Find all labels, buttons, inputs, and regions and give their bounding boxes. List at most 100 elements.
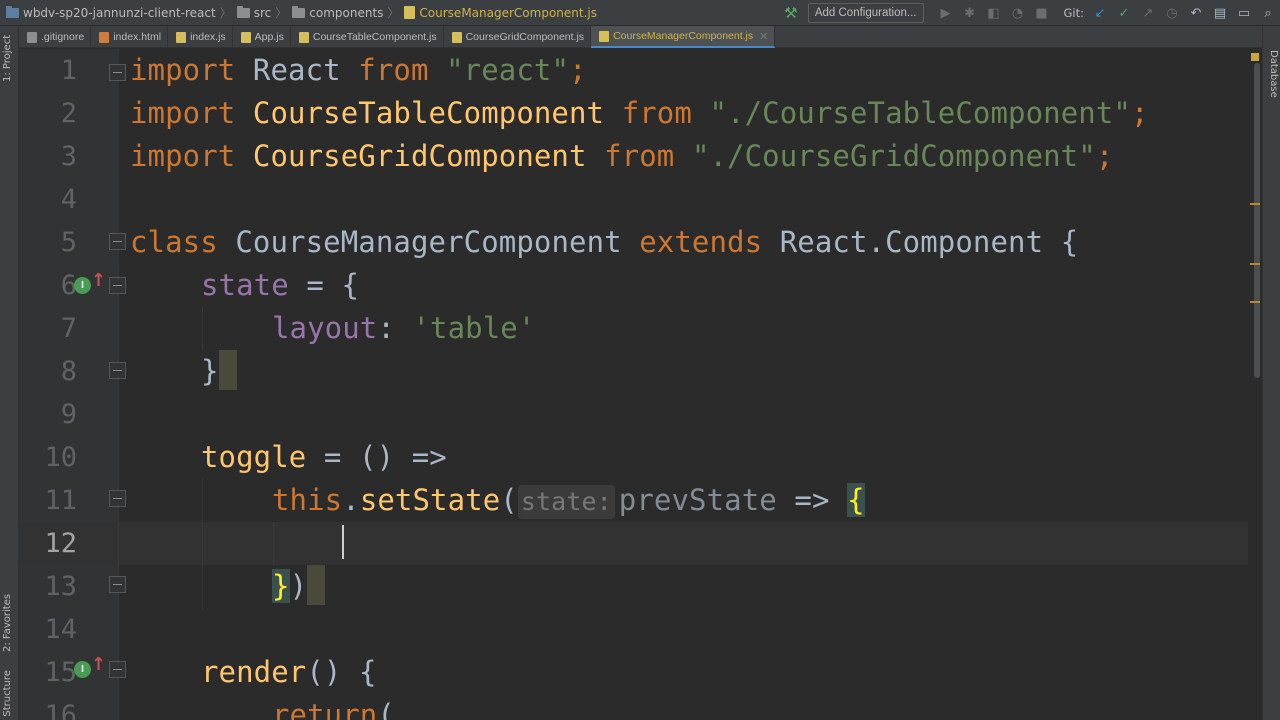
- git-push-icon[interactable]: ↗: [1137, 3, 1159, 23]
- profile-icon[interactable]: ◔: [1007, 3, 1029, 23]
- git-file-icon: [27, 31, 37, 43]
- code-text: }): [272, 565, 326, 608]
- project-folder-icon: [6, 5, 19, 18]
- fold-toggle-icon[interactable]: [109, 576, 126, 593]
- line-number: 15: [44, 657, 77, 688]
- html-file-icon: [99, 31, 110, 43]
- matched-brace: }: [272, 569, 290, 603]
- breadcrumb-components-label: components: [309, 5, 384, 20]
- database-tool-button[interactable]: Database: [1268, 50, 1279, 98]
- code-line: 1 import React from "react";: [19, 49, 1262, 92]
- stop-icon[interactable]: ■: [1031, 3, 1053, 23]
- text-caret: [342, 525, 344, 559]
- parameter-hint: state:: [517, 485, 615, 519]
- code-editor[interactable]: 1 import React from "react"; 2 import Co…: [19, 49, 1262, 720]
- left-tool-stripe: 1: Project 2: Favorites Z: Structure: [0, 26, 19, 720]
- tab-course-manager-component[interactable]: CourseManagerComponent.js ✕: [591, 26, 776, 48]
- code-line: 5 class CourseManagerComponent extends R…: [19, 221, 1262, 264]
- line-number: 1: [60, 55, 77, 86]
- git-commit-icon[interactable]: ✓: [1113, 3, 1135, 23]
- git-update-icon[interactable]: ↙: [1089, 3, 1111, 23]
- search-everywhere-icon[interactable]: ⌕: [1257, 3, 1279, 23]
- indent-guide: [273, 522, 274, 565]
- debug-icon[interactable]: ✱: [959, 3, 981, 23]
- warning-marker[interactable]: [1250, 203, 1260, 205]
- code-line: 4: [19, 178, 1262, 221]
- fold-toggle-icon[interactable]: [109, 277, 126, 294]
- vertical-scrollbar-thumb[interactable]: [1254, 63, 1260, 378]
- warning-marker[interactable]: [1250, 301, 1260, 303]
- breadcrumb-src[interactable]: src: [236, 0, 272, 26]
- line-number: 12: [44, 528, 77, 559]
- code-line: 6 state = {: [19, 264, 1262, 307]
- js-file-icon: [176, 31, 187, 43]
- code-line: 8 }: [19, 350, 1262, 393]
- js-file-icon: [404, 6, 416, 19]
- tab-course-grid-component[interactable]: CourseGridComponent.js: [444, 26, 592, 48]
- code-text: import CourseTableComponent from "./Cour…: [130, 96, 1149, 130]
- implements-icon[interactable]: I: [74, 661, 91, 678]
- structure-tool-button[interactable]: Z: Structure: [2, 670, 13, 720]
- project-tool-button[interactable]: 1: Project: [2, 35, 13, 82]
- folder-icon: [292, 5, 306, 18]
- js-file-icon: [599, 30, 610, 42]
- coverage-icon[interactable]: ◧: [983, 3, 1005, 23]
- indent-guide: [202, 479, 203, 609]
- inspection-status-icon[interactable]: [1251, 53, 1259, 61]
- tab-label: App.js: [254, 31, 284, 43]
- breadcrumb-separator: 〉: [275, 6, 288, 20]
- favorites-tool-button[interactable]: 2: Favorites: [2, 594, 13, 652]
- git-label: Git:: [1063, 6, 1085, 20]
- run-icon[interactable]: ▶: [935, 3, 957, 23]
- build-hammer-icon[interactable]: ⚒: [780, 3, 802, 23]
- fold-toggle-icon[interactable]: [109, 661, 126, 678]
- presentation-icon[interactable]: ▭: [1233, 3, 1255, 23]
- fold-toggle-icon[interactable]: [109, 64, 126, 81]
- current-code-line: 12: [19, 522, 1262, 565]
- add-configuration-button[interactable]: Add Configuration...: [807, 3, 924, 23]
- tab-label: .gitignore: [41, 31, 85, 43]
- line-number: 7: [60, 313, 77, 344]
- line-number: 6: [60, 270, 77, 301]
- code-text: toggle = () =>: [201, 440, 447, 474]
- line-number: 13: [44, 571, 77, 602]
- implements-icon[interactable]: I: [74, 277, 91, 294]
- override-arrow-icon[interactable]: ↑: [91, 270, 106, 291]
- js-file-icon: [298, 31, 309, 43]
- code-line: 14: [19, 608, 1262, 651]
- editor-tab-bar: .gitignore index.html index.js App.js Co…: [19, 26, 1262, 48]
- code-line: 16 return(: [19, 694, 1262, 720]
- breadcrumb-separator: 〉: [387, 6, 400, 20]
- tab-index-js[interactable]: index.js: [168, 26, 233, 48]
- warning-marker[interactable]: [1250, 263, 1260, 265]
- right-tool-stripe: Database: [1262, 26, 1280, 720]
- fold-toggle-icon[interactable]: [109, 233, 126, 250]
- override-arrow-icon[interactable]: ↑: [91, 654, 106, 675]
- breadcrumb-src-label: src: [253, 5, 272, 20]
- project-structure-icon[interactable]: ▤: [1209, 3, 1231, 23]
- fold-marker: [307, 565, 326, 605]
- code-line: 3 import CourseGridComponent from "./Cou…: [19, 135, 1262, 178]
- code-text: state = {: [201, 268, 360, 302]
- tab-app-js[interactable]: App.js: [233, 26, 291, 48]
- tab-label: CourseTableComponent.js: [312, 31, 437, 43]
- fold-toggle-icon[interactable]: [109, 362, 126, 379]
- tab-label: CourseGridComponent.js: [465, 31, 585, 43]
- code-line: 2 import CourseTableComponent from "./Co…: [19, 92, 1262, 135]
- line-number: 10: [44, 442, 77, 473]
- git-rollback-icon[interactable]: ↶: [1185, 3, 1207, 23]
- fold-toggle-icon[interactable]: [109, 490, 126, 507]
- tab-gitignore[interactable]: .gitignore: [19, 26, 92, 48]
- tab-index-html[interactable]: index.html: [91, 26, 169, 48]
- tab-course-table-component[interactable]: CourseTableComponent.js: [291, 26, 444, 48]
- code-text: import React from "react";: [130, 53, 587, 87]
- breadcrumb-project[interactable]: wbdv-sp20-jannunzi-client-react: [6, 0, 216, 26]
- code-line: 9: [19, 393, 1262, 436]
- code-line: 11 this.setState(state: prevState => {: [19, 479, 1262, 522]
- line-number: 16: [44, 700, 77, 720]
- git-history-icon[interactable]: ◷: [1161, 3, 1183, 23]
- error-stripe[interactable]: [1248, 49, 1262, 720]
- breadcrumb-file[interactable]: CourseManagerComponent.js: [404, 0, 597, 26]
- close-tab-icon[interactable]: ✕: [759, 30, 768, 43]
- breadcrumb-components[interactable]: components: [292, 0, 383, 26]
